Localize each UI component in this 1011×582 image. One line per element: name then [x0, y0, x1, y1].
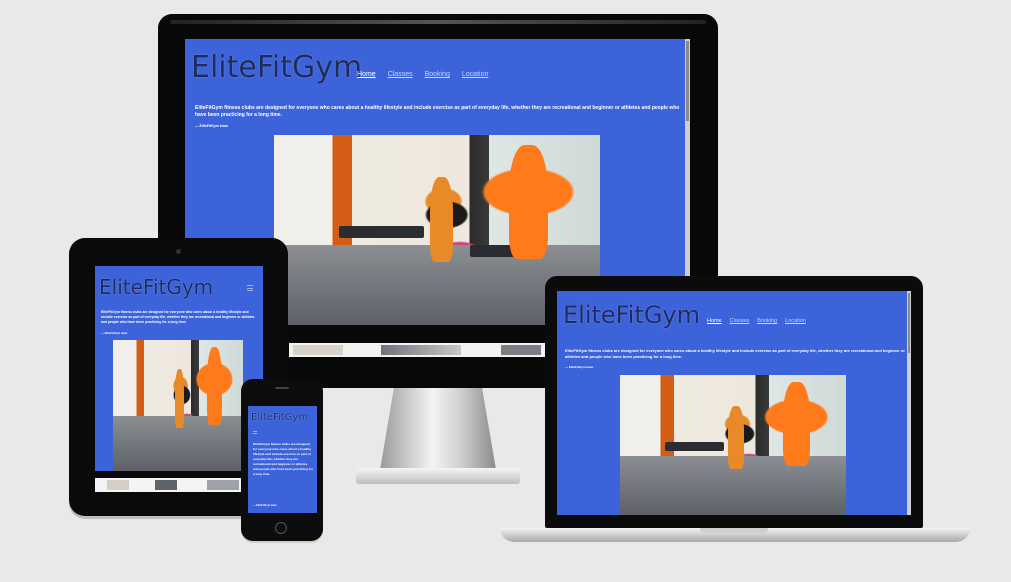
tablet-screen: EliteFitGym EliteFitGym fitness clubs ar…: [95, 266, 263, 471]
site-logo[interactable]: EliteFitGym: [191, 50, 362, 85]
laptop-nav-home[interactable]: Home: [707, 318, 722, 324]
laptop-logo[interactable]: EliteFitGym: [563, 301, 700, 329]
tablet-thumbnail-strip: [95, 478, 263, 492]
intro-signature: — EliteFitGym team: [195, 124, 229, 128]
nav-booking[interactable]: Booking: [425, 71, 450, 78]
laptop-signature: — EliteFitGym team: [565, 365, 594, 369]
laptop-gym-photo: [620, 375, 846, 515]
laptop-nav: Home Classes Booking Location: [707, 318, 806, 324]
laptop-intro-text: EliteFitGym fitness clubs are designed f…: [565, 348, 905, 359]
phone-intro-text: EliteFitGym fitness clubs are designed f…: [253, 442, 313, 476]
tablet-signature: — EliteFitGym team: [101, 331, 128, 335]
phone-hamburger-menu-icon[interactable]: [253, 431, 257, 435]
desktop-thumbnail-strip: [289, 343, 545, 357]
main-nav: Home Classes Booking Location: [357, 71, 488, 78]
tablet-gym-photo: [113, 340, 243, 471]
phone-signature: — EliteFitGym team: [253, 504, 277, 507]
laptop-screen: EliteFitGym Home Classes Booking Locatio…: [557, 291, 911, 515]
tablet-logo[interactable]: EliteFitGym: [99, 275, 213, 299]
laptop-nav-booking[interactable]: Booking: [757, 318, 777, 324]
laptop-nav-location[interactable]: Location: [785, 318, 806, 324]
nav-location[interactable]: Location: [462, 71, 488, 78]
intro-text: EliteFitGym fitness clubs are designed f…: [195, 105, 680, 119]
devices-mockup: { "site": { "logo": "EliteFitGym", "nav"…: [0, 0, 1011, 582]
laptop-nav-classes[interactable]: Classes: [730, 318, 750, 324]
hamburger-menu-icon[interactable]: [247, 285, 253, 291]
nav-home[interactable]: Home: [357, 71, 376, 78]
phone-screen: EliteFitGym EliteFitGym fitness clubs ar…: [248, 406, 317, 513]
tablet-intro-text: EliteFitGym fitness clubs are designed f…: [101, 310, 255, 324]
phone-logo[interactable]: EliteFitGym: [251, 412, 308, 423]
laptop-scroll-thumb[interactable]: [908, 293, 910, 353]
desktop-scroll-thumb[interactable]: [686, 41, 689, 121]
nav-classes[interactable]: Classes: [388, 71, 413, 78]
phone-home-button[interactable]: [275, 522, 287, 534]
